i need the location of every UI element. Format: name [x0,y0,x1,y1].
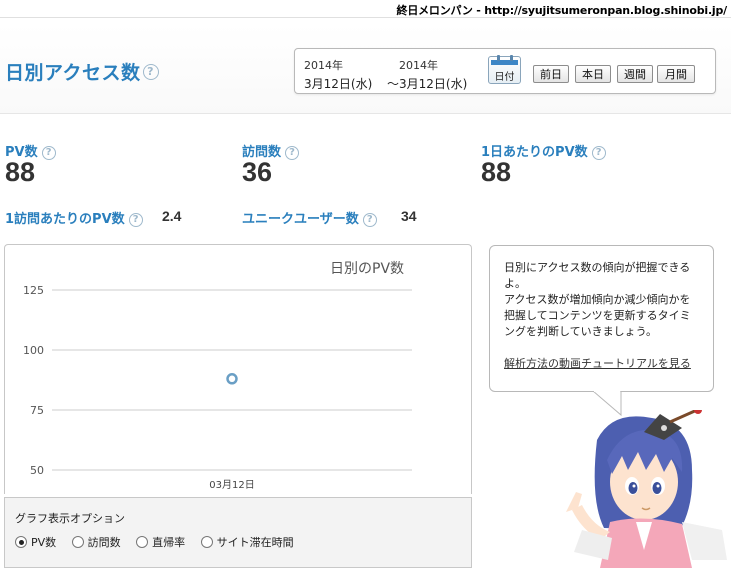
data-point[interactable] [226,373,238,385]
option-pv[interactable]: PV数 [15,534,56,550]
mascot-character-icon [566,410,727,568]
y-tick-label: 75 [30,404,44,417]
help-icon[interactable]: ? [128,212,143,227]
x-tick-label: 03月12日 [209,479,254,491]
pv-chart: 50 75 100 125 03月12日 [23,284,412,491]
top-banner: 終日メロンパン - http://syujitsumeronpan.blog.s… [0,0,731,18]
daily-pv-value: 88 [481,157,512,187]
help-icon[interactable]: ? [41,145,56,160]
calendar-label: 日付 [494,72,515,83]
graph-options-title: グラフ表示オプション [15,512,125,525]
graph-options-panel: グラフ表示オプション PV数 訪問数 直帰率 サイト滞在時間 [4,497,472,568]
radio-icon[interactable] [200,536,213,548]
radio-icon[interactable] [136,536,149,548]
week-button[interactable]: 週間 [617,65,653,83]
option-time-on-site[interactable]: サイト滞在時間 [200,534,294,550]
end-date[interactable]: 〜3月12日(水) [387,75,467,92]
pv-per-visit-value: 2.4 [162,208,182,224]
radio-icon[interactable] [15,536,27,548]
graph-options-radios: PV数 訪問数 直帰率 サイト滞在時間 [15,534,306,550]
tutorial-link[interactable]: 解析方法の動画チュートリアルを見る [504,356,703,372]
start-date[interactable]: 3月12日(水) [304,75,372,92]
y-tick-label: 100 [23,344,44,357]
hint-speech-bubble: 日別にアクセス数の傾向が把握できる よ。 アクセス数が増加傾向か減少傾向かを 把… [489,245,714,392]
date-range-selector: 2014年 3月12日(水) 2014年 〜3月12日(水) 日付 前日 本日 … [294,48,716,94]
blog-title-url: 終日メロンパン - http://syujitsumeronpan.blog.s… [396,4,728,17]
page-title-text: 日別アクセス数 [5,62,141,84]
hint-line: よ。 [504,277,526,290]
hint-line: 日別にアクセス数の傾向が把握できる [504,261,691,274]
radio-icon[interactable] [71,536,84,548]
month-button[interactable]: 月間 [657,65,695,83]
unique-users-label: ユニークユーザー数? [242,208,377,227]
pv-value: 88 [5,157,36,187]
previous-day-button[interactable]: 前日 [533,65,569,83]
help-icon[interactable]: ? [591,145,606,160]
end-year: 2014年 [399,59,438,72]
y-tick-label: 125 [23,284,44,297]
hint-line: ングを判断していきましょう。 [504,325,658,338]
y-tick-label: 50 [30,464,44,477]
visits-value: 36 [242,157,273,187]
page-title: 日別アクセス数? [5,58,159,85]
calendar-button[interactable]: 日付 [488,55,521,84]
help-icon[interactable]: ? [142,63,159,80]
pv-per-visit-label: 1訪問あたりのPV数? [5,208,143,227]
hint-line: 把握してコンテンツを更新するタイミ [504,309,691,322]
option-visits[interactable]: 訪問数 [71,534,121,550]
calendar-icon [491,60,518,65]
option-bounce-rate[interactable]: 直帰率 [136,534,185,550]
help-icon[interactable]: ? [362,212,377,227]
help-icon[interactable]: ? [285,145,300,160]
today-button[interactable]: 本日 [575,65,611,83]
unique-users-value: 34 [401,208,417,224]
start-year: 2014年 [304,59,343,72]
hint-line: アクセス数が増加傾向か減少傾向かを [504,293,691,306]
